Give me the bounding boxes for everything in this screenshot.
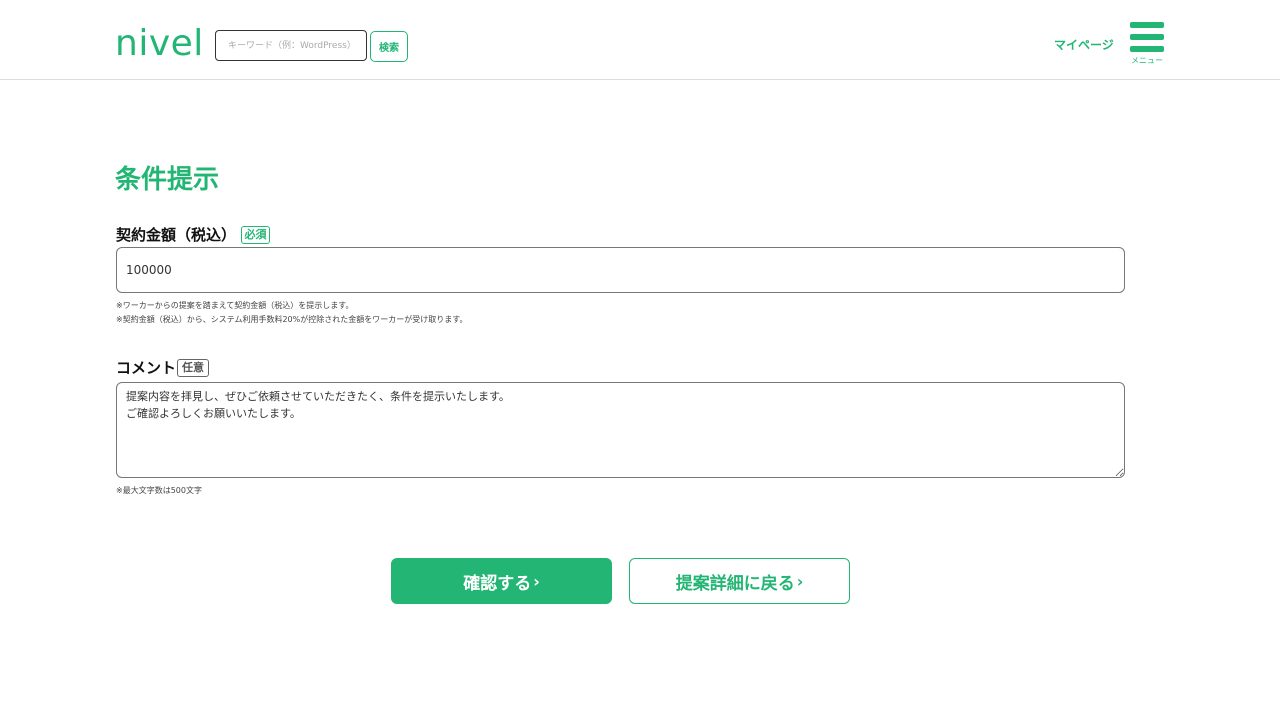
comment-label-row: コメント 任意 [116,358,210,378]
back-button-label: 提案詳細に戻る [675,573,795,594]
chevron-right-icon: › [533,571,540,591]
confirm-button[interactable]: 確認する › [391,558,612,604]
comment-label: コメント [116,359,177,377]
comment-textarea[interactable]: 提案内容を拝見し、ぜひご依頼させていただきたく、条件を提示いたします。 ご確認よ… [116,382,1125,478]
search-input[interactable] [215,30,367,61]
amount-note-2: ※契約金額（税込）から、システム利用手数料20%が控除された金額をワーカーが受け… [116,315,468,324]
search-button[interactable]: 検索 [370,31,408,62]
required-badge: 必須 [241,226,271,244]
optional-badge: 任意 [177,359,210,377]
mypage-link[interactable]: マイページ [1054,37,1114,53]
nivel-logo[interactable]: nivel [115,22,204,66]
menu-button[interactable]: メニュー [1128,22,1166,68]
menu-label: メニュー [1131,56,1163,65]
back-to-proposal-button[interactable]: 提案詳細に戻る › [629,558,850,604]
amount-label-row: 契約金額（税込） 必須 [116,225,271,245]
chevron-right-icon: › [796,571,804,591]
confirm-button-label: 確認する [463,573,532,594]
contract-amount-input[interactable] [116,247,1125,293]
amount-label: 契約金額（税込） [116,226,237,244]
page-title: 条件提示 [115,165,220,195]
amount-note-1: ※ワーカーからの提案を踏まえて契約金額（税込）を提示します。 [116,301,354,310]
site-header: nivel 検索 マイページ メニュー [0,0,1280,80]
comment-max-length-note: ※最大文字数は500文字 [116,486,202,495]
hamburger-menu-icon [1130,22,1164,54]
